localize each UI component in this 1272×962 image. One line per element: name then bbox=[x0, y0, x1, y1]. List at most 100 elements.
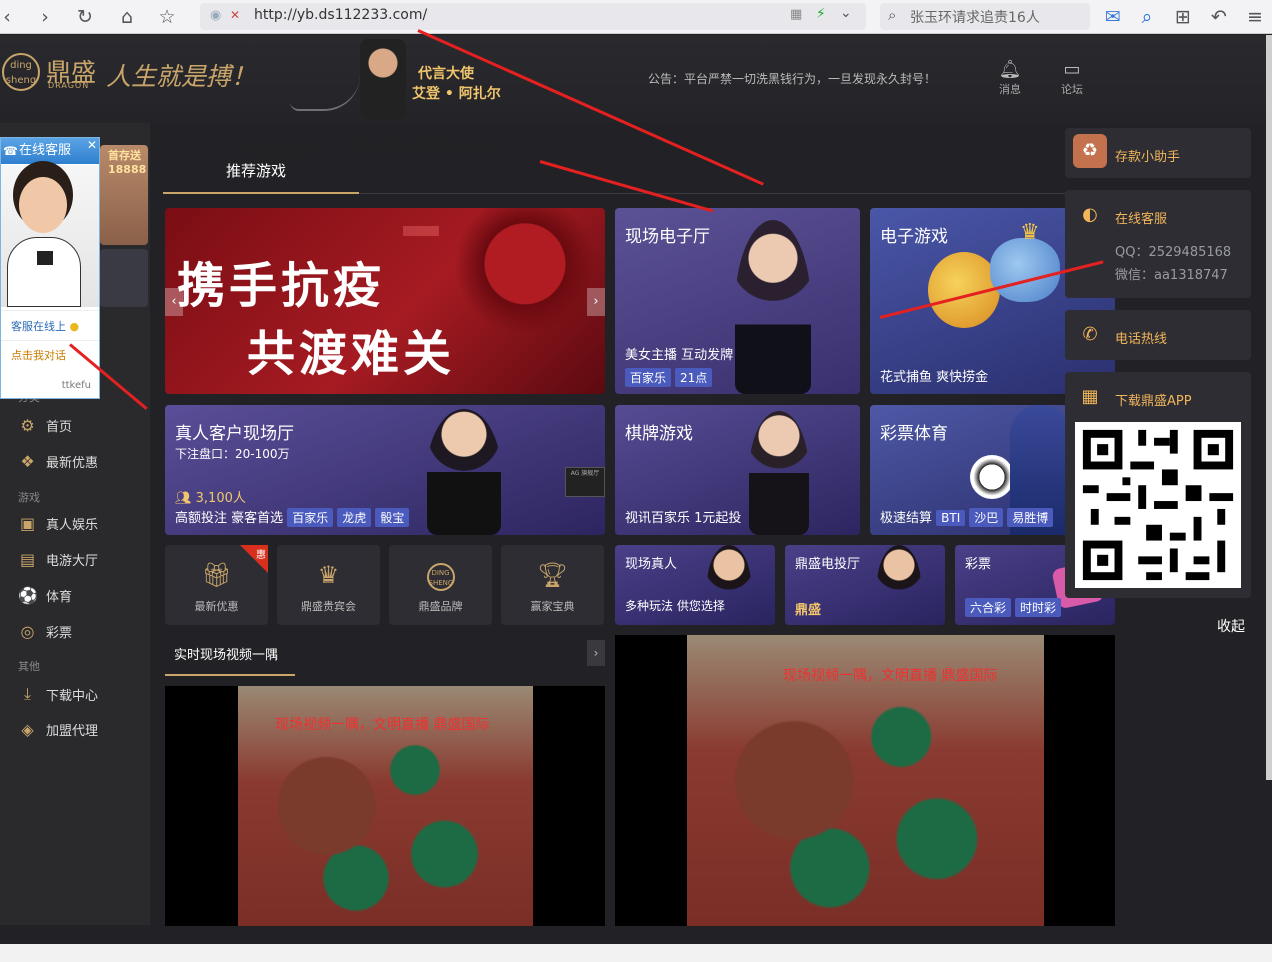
banner-headline-1: 携手抗疫 bbox=[177, 258, 386, 314]
kefu-online-link[interactable]: 客服在线上 ● bbox=[1, 310, 99, 338]
card-tags: 百家乐 21点 bbox=[625, 368, 716, 387]
search-icon: ⌕ bbox=[888, 6, 897, 24]
sidebar-item-promotions[interactable]: ❖ 最新优惠 bbox=[18, 452, 98, 471]
phone-hotline-button[interactable]: ✆ 电话热线 bbox=[1065, 310, 1251, 360]
speech-icon: ● bbox=[69, 320, 80, 333]
deposit-helper-button[interactable]: ♻ 存款小助手 bbox=[1065, 128, 1251, 178]
quick-link-label: 赢家宝典 bbox=[530, 600, 575, 613]
cards-icon: ▣ bbox=[19, 514, 36, 533]
banner-next-button[interactable]: › bbox=[587, 288, 605, 316]
apps-icon[interactable]: ⊞ bbox=[1172, 6, 1194, 28]
download-icon: ⤓ bbox=[23, 684, 32, 703]
promo-card-secondary[interactable] bbox=[100, 249, 148, 307]
collapse-button[interactable]: 收起 bbox=[1217, 616, 1245, 636]
card-subtitle: 美女主播 互动发牌 bbox=[625, 348, 734, 363]
reload-icon[interactable]: ↻ bbox=[74, 6, 96, 28]
sidebar-item-agent[interactable]: ◈ 加盟代理 bbox=[18, 720, 98, 739]
forward-icon[interactable]: › bbox=[34, 6, 56, 28]
video-next-button[interactable]: › bbox=[587, 640, 605, 666]
online-service-box[interactable]: ◐ 在线客服 QQ：2529485168 微信：aa1318747 bbox=[1065, 190, 1251, 298]
lottery-icon: ◎ bbox=[20, 622, 35, 641]
live-video-player-2[interactable]: 现场视频一隅，文明直播 鼎盛国际 bbox=[615, 635, 1115, 926]
home-icon[interactable]: ⌂ bbox=[116, 6, 138, 28]
phone-hotline-label: 电话热线 bbox=[1115, 332, 1168, 347]
promo-card[interactable]: 首存送 18888 bbox=[100, 145, 148, 245]
site-header: ding sheng 鼎盛 DRAGON 人生就是搏！ 代言大使 艾登 • 阿扎… bbox=[0, 35, 1272, 123]
menu-icon[interactable]: ≡ bbox=[1244, 6, 1266, 28]
mail-icon[interactable]: ✉ bbox=[1102, 6, 1124, 28]
ambassador-name: 艾登 • 阿扎尔 bbox=[412, 86, 501, 102]
wechat-icon: ♻ bbox=[1073, 134, 1107, 168]
undo-icon[interactable]: ↶ bbox=[1208, 6, 1230, 28]
sidebar-item-label: 体育 bbox=[46, 590, 73, 605]
search-input[interactable]: 张玉环请求追责16人 bbox=[910, 7, 1040, 27]
messages-button[interactable]: 🔔︎ 消息 bbox=[990, 59, 1030, 97]
sidebar-item-label: 真人娱乐 bbox=[46, 518, 99, 533]
sidebar-item-home[interactable]: ⚙ 首页 bbox=[18, 416, 72, 435]
quick-link-guide[interactable]: 🏆︎ 赢家宝典 bbox=[501, 545, 604, 625]
card-title: 棋牌游戏 bbox=[625, 424, 693, 444]
chevron-down-icon[interactable]: ⌄ bbox=[840, 5, 852, 21]
sidebar-item-live[interactable]: ▣ 真人娱乐 bbox=[18, 514, 98, 533]
card-real-live[interactable]: AG 旗舰厅 真人客户现场厅 下注盘口：20-100万 👥︎ 3,100人 高额… bbox=[165, 405, 605, 535]
logo-subtext: DRAGON bbox=[48, 81, 90, 90]
sidebar-item-slots[interactable]: ▤ 电游大厅 bbox=[18, 550, 98, 569]
tag: 龙虎 bbox=[337, 508, 372, 527]
address-bar[interactable]: ◉ ✕ http://yb.ds112233.com/ ▦ ⚡ ⌄ bbox=[200, 3, 866, 30]
card-limit: 下注盘口：20-100万 bbox=[175, 447, 290, 461]
url-text[interactable]: http://yb.ds112233.com/ bbox=[254, 7, 427, 23]
wechat-id[interactable]: 微信：aa1318747 bbox=[1115, 264, 1228, 283]
browser-search[interactable]: ⌕ 张玉环请求追责16人 bbox=[880, 3, 1090, 30]
quick-link-vip[interactable]: ♛ 鼎盛贵宾会 bbox=[277, 545, 380, 625]
card-model-image bbox=[877, 545, 921, 625]
trophy-icon: 🏆︎ bbox=[537, 561, 568, 589]
page-scrollbar[interactable] bbox=[1266, 35, 1272, 780]
qr-icon[interactable]: ▦ bbox=[790, 7, 802, 22]
card-live-electronic[interactable]: 现场电子厅 美女主播 互动发牌 百家乐 21点 bbox=[615, 208, 860, 394]
gift-icon: ❖ bbox=[20, 452, 35, 471]
quick-link-promotions[interactable]: 🎁︎ 最新优惠 惠 bbox=[165, 545, 268, 625]
sidebar-item-lottery[interactable]: ◎ 彩票 bbox=[18, 622, 73, 641]
qq-number[interactable]: QQ：2529485168 bbox=[1115, 241, 1231, 260]
qr-icon: ▦ bbox=[1081, 386, 1099, 407]
kefu-avatar-body bbox=[7, 237, 81, 307]
star-icon[interactable]: ☆ bbox=[156, 6, 178, 28]
card-title: 彩票体育 bbox=[880, 424, 948, 444]
forum-label: 论坛 bbox=[1061, 83, 1083, 96]
card-live-real[interactable]: 现场真人 多种玩法 供您选择 bbox=[615, 545, 775, 625]
video-caption: 现场视频一隅，文明直播 鼎盛国际 bbox=[275, 717, 490, 733]
sidebar-item-sports[interactable]: ⚽ 体育 bbox=[18, 586, 72, 605]
tag: 百家乐 bbox=[625, 368, 672, 387]
quick-link-label: 鼎盛品牌 bbox=[418, 600, 463, 613]
card-tags: 六合彩 时时彩 bbox=[965, 598, 1065, 617]
chat-bubble-icon: ▭ bbox=[1063, 59, 1081, 80]
tag: 21点 bbox=[675, 368, 713, 387]
bell-icon: 🔔︎ bbox=[998, 59, 1022, 80]
banner-prev-button[interactable]: ‹ bbox=[165, 288, 183, 316]
annotation-arrow bbox=[539, 160, 714, 213]
kefu-chat-label: 点击我对话 bbox=[11, 349, 66, 362]
lightning-icon[interactable]: ⚡ bbox=[816, 6, 826, 22]
back-icon[interactable]: ‹ bbox=[0, 6, 18, 28]
brand-logo-icon: DING SHENG bbox=[389, 563, 492, 591]
kefu-avatar-face bbox=[19, 177, 67, 233]
slot-icon: ▤ bbox=[19, 550, 36, 569]
live-video-player-1[interactable]: 现场视频一隅，文明直播 鼎盛国际 bbox=[165, 686, 605, 926]
sidebar-item-download[interactable]: ⤓ 下载中心 bbox=[18, 684, 98, 704]
promo-line1: 首存送 bbox=[108, 149, 141, 162]
card-chess[interactable]: 棋牌游戏 视讯百家乐 1元起投 bbox=[615, 405, 860, 535]
close-icon[interactable]: ✕ bbox=[87, 138, 97, 152]
find-icon[interactable]: ⌕ bbox=[1136, 6, 1158, 28]
forum-button[interactable]: ▭ 论坛 bbox=[1052, 59, 1092, 97]
tag: BTI bbox=[936, 510, 966, 526]
section-title[interactable]: 推荐游戏 bbox=[226, 160, 286, 181]
card-ds-phone[interactable]: 鼎盛电投厅 鼎盛 bbox=[785, 545, 945, 625]
kefu-title: 在线客服 bbox=[19, 143, 72, 158]
deposit-helper-label: 存款小助手 bbox=[1115, 150, 1181, 165]
quick-link-brand[interactable]: DING SHENG 鼎盛品牌 bbox=[389, 545, 492, 625]
logo-emblem[interactable]: ding sheng bbox=[2, 53, 40, 91]
quick-link-label: 鼎盛贵宾会 bbox=[301, 600, 356, 613]
card-subtitle: 鼎盛 bbox=[795, 603, 822, 618]
video-caption: 现场视频一隅，文明直播 鼎盛国际 bbox=[783, 668, 998, 684]
main-banner[interactable]: 携手抗疫 共渡难关 ‹ › bbox=[165, 208, 605, 394]
